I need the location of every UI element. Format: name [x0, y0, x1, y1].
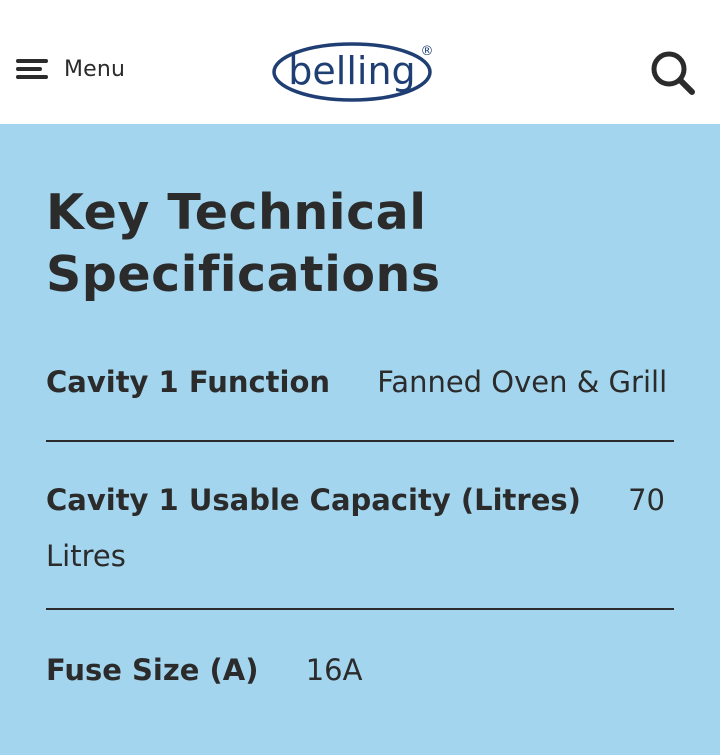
search-icon[interactable]: [648, 48, 696, 96]
spec-list: Cavity 1 Function Fanned Oven & Grill Ca…: [46, 346, 674, 698]
menu-button[interactable]: Menu: [16, 56, 125, 82]
logo-wordmark: belling: [288, 49, 415, 93]
spec-row: Fuse Size (A) 16A: [46, 610, 674, 698]
spec-value: Fanned Oven & Grill: [377, 365, 668, 399]
title-line-1: Key Technical: [46, 184, 427, 241]
menu-label[interactable]: Menu: [64, 57, 125, 82]
title-line-2: Specifications: [46, 246, 441, 303]
page-title: Key Technical Specifications: [46, 124, 674, 306]
spec-label: Cavity 1 Usable Capacity (Litres): [46, 483, 581, 517]
registered-mark: ®: [421, 44, 434, 59]
spec-value: 16A: [305, 653, 363, 687]
spec-label: Fuse Size (A): [46, 653, 259, 687]
site-header: Menu belling ®: [0, 0, 720, 124]
spec-label: Cavity 1 Function: [46, 365, 331, 399]
specifications-section: Key Technical Specifications Cavity 1 Fu…: [0, 124, 720, 698]
hamburger-icon[interactable]: [16, 56, 48, 82]
search-button[interactable]: [648, 48, 696, 96]
spec-row: Cavity 1 Usable Capacity (Litres) 70 Lit…: [46, 442, 674, 610]
spec-row: Cavity 1 Function Fanned Oven & Grill: [46, 346, 674, 442]
belling-logo[interactable]: belling ®: [272, 38, 438, 104]
